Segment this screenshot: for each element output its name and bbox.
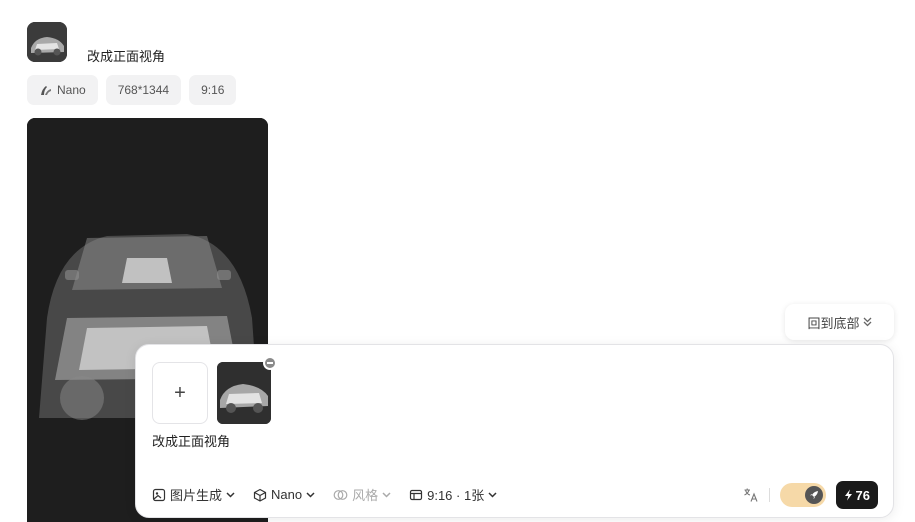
rocket-icon: [804, 486, 823, 504]
message-text: 改成正面视角: [87, 49, 166, 64]
chevron-down-icon: [226, 491, 235, 498]
chevron-down-icon: [488, 491, 497, 498]
chevron-down-icon: [306, 491, 315, 498]
model-label: Nano: [271, 487, 303, 502]
image-generate-icon: [152, 488, 166, 501]
ratio-selector[interactable]: 9:16 · 1张: [409, 485, 497, 504]
style-selector[interactable]: 风格: [333, 485, 391, 504]
model-selector[interactable]: Nano: [253, 487, 315, 502]
banana-icon: [41, 86, 51, 95]
chevron-down-icon: [382, 491, 391, 498]
ratio-label: 9:16 · 1张: [427, 488, 485, 503]
mode-label: 图片生成: [170, 488, 223, 503]
resolution-tag-label: 768*1344: [117, 83, 170, 97]
style-icon: [333, 489, 348, 500]
prompt-input[interactable]: 改成正面视角: [152, 431, 230, 450]
ratio-tag: 9:16: [189, 75, 237, 105]
prompt-composer: + 改成正面视角 图片生成 Nano 风格 9:16 · 1张 76: [135, 344, 894, 518]
generation-tags: Nano 768*1344 9:16: [27, 75, 237, 105]
model-tag-label: Nano: [57, 83, 86, 97]
attached-reference-image[interactable]: [217, 362, 271, 424]
model-tag: Nano: [27, 75, 98, 105]
lightning-icon: [844, 489, 852, 501]
composer-toolbar: 图片生成 Nano 风格 9:16 · 1张: [152, 485, 497, 504]
back-to-bottom-label: 回到底部: [807, 315, 860, 331]
composer-actions: 76: [743, 481, 878, 509]
generate-button[interactable]: 76: [835, 481, 878, 509]
double-chevron-down-icon: [863, 317, 871, 327]
style-label: 风格: [352, 488, 379, 503]
resolution-tag: 768*1344: [105, 75, 182, 105]
reference-thumbnail[interactable]: [27, 22, 67, 62]
minus-icon: [267, 362, 273, 364]
translate-icon[interactable]: [743, 487, 759, 503]
ratio-tag-label: 9:16: [201, 83, 225, 97]
back-to-bottom-button[interactable]: 回到底部: [785, 304, 894, 340]
divider: [768, 488, 770, 502]
aspect-ratio-icon: [410, 489, 423, 500]
add-image-button[interactable]: +: [152, 362, 208, 424]
cube-icon: [253, 488, 267, 502]
remove-attachment-button[interactable]: [263, 356, 277, 370]
plus-icon: +: [174, 381, 186, 404]
boost-toggle[interactable]: [779, 483, 826, 507]
mode-selector[interactable]: 图片生成: [152, 485, 235, 504]
credits-count: 76: [855, 487, 870, 503]
